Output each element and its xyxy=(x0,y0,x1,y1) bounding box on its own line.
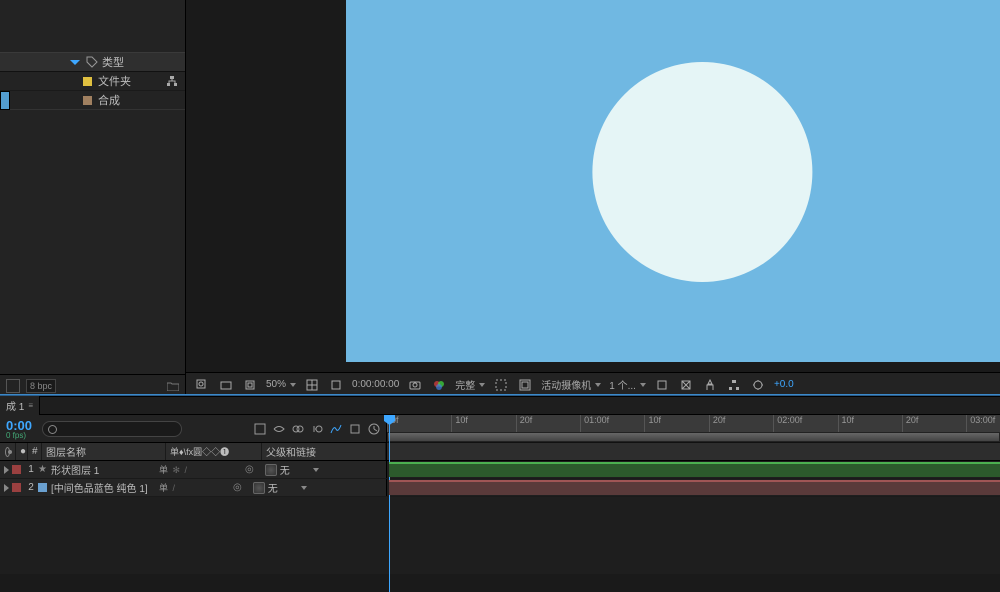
views-dropdown[interactable]: 1 个... xyxy=(609,377,646,392)
timeline-header-icons xyxy=(252,421,386,437)
comp-tab[interactable]: 成 1 ≡ xyxy=(0,396,40,415)
col-parent[interactable]: 父级和链接 xyxy=(262,443,386,460)
tag-icon xyxy=(86,56,98,68)
time-navigator[interactable] xyxy=(387,432,1000,442)
ruler-scale[interactable]: 0f 10f 20f 01:00f 10f 20f 02:00f 10f 20f… xyxy=(387,415,1000,443)
viewer-canvas-area[interactable] xyxy=(186,0,1000,372)
row-label: 文件夹 xyxy=(98,73,131,89)
layer-index: 1 xyxy=(24,464,38,475)
column-headers-left: ● # 图层名称 单♦\fx圓◇◇❶ 父级和链接 xyxy=(0,443,387,460)
composition-canvas[interactable] xyxy=(346,0,1000,362)
snapshot-icon[interactable] xyxy=(407,377,423,393)
roa-icon[interactable] xyxy=(493,377,509,393)
draft3d-icon[interactable] xyxy=(654,377,670,393)
timeline-panel: 成 1 ≡ 0:00 0 fps) 0f 10f xyxy=(0,397,1000,574)
layer-track[interactable] xyxy=(387,461,1000,478)
magnify-icon[interactable] xyxy=(194,377,210,393)
resolution-dropdown[interactable]: 完整 xyxy=(455,377,485,392)
pickwhip-icon[interactable]: ◎ xyxy=(242,464,257,475)
flowchart-nav-icon[interactable] xyxy=(726,377,742,393)
layer-bar[interactable] xyxy=(389,462,1000,477)
pickwhip-icon[interactable]: ◎ xyxy=(230,482,245,493)
channel-icon[interactable] xyxy=(431,377,447,393)
project-footer: 8 bpc xyxy=(0,374,185,396)
parent-dropdown[interactable]: 无 xyxy=(249,480,311,495)
column-headers: ● # 图层名称 单♦\fx圓◇◇❶ 父级和链接 xyxy=(0,443,1000,461)
project-row-comp[interactable]: 合成 xyxy=(0,91,185,110)
folder-swatch xyxy=(83,77,92,86)
switch-cells[interactable]: 单 / xyxy=(157,481,178,494)
render-time-icon[interactable] xyxy=(366,421,382,437)
expand-icon[interactable] xyxy=(4,484,9,492)
shy-icon[interactable] xyxy=(271,421,287,437)
layer-name[interactable]: [中间色品蓝色 纯色 1] xyxy=(47,480,157,495)
motion-blur-icon[interactable] xyxy=(309,421,325,437)
project-row-folder[interactable]: 文件夹 xyxy=(0,72,185,91)
exposure-reset-icon[interactable] xyxy=(750,377,766,393)
col-av[interactable] xyxy=(0,443,16,460)
project-panel: 类型 文件夹 合成 8 bpc xyxy=(0,0,186,396)
bpc-toggle[interactable]: 8 bpc xyxy=(26,379,56,393)
col-hash[interactable]: # xyxy=(28,443,42,460)
layer-track[interactable] xyxy=(387,479,1000,496)
col-type[interactable]: 类型 xyxy=(102,54,124,70)
mask-icon[interactable] xyxy=(242,377,258,393)
camera-dropdown[interactable]: 活动摄像机 xyxy=(541,377,601,392)
layer-index: 2 xyxy=(24,482,38,493)
time-ruler[interactable]: 0f 10f 20f 01:00f 10f 20f 02:00f 10f 20f… xyxy=(387,415,1000,442)
layer-bar[interactable] xyxy=(389,480,1000,495)
col-layer-name[interactable]: 图层名称 xyxy=(42,443,166,460)
layer-row-left: 1 ★ 形状图层 1 单 ✻ / ◎ 无 xyxy=(0,461,387,478)
expand-icon[interactable] xyxy=(4,466,9,474)
exposure-value[interactable]: +0.0 xyxy=(774,379,794,390)
interpret-icon[interactable] xyxy=(6,379,20,393)
composition-viewer: 50% 0:00:00:00 完整 活动摄像机 1 个... +0.0 xyxy=(186,0,1000,396)
shape-layer-icon: ★ xyxy=(38,464,47,475)
layer-row-1[interactable]: 1 ★ 形状图层 1 单 ✻ / ◎ 无 xyxy=(0,461,1000,479)
timeline-header: 0:00 0 fps) 0f 10f 20f 01:00f 10f 20 xyxy=(0,415,1000,443)
tab-label: 成 1 xyxy=(6,398,24,413)
layer-name[interactable]: 形状图层 1 xyxy=(47,462,157,477)
sort-arrow-icon[interactable] xyxy=(70,60,80,65)
shape-circle[interactable] xyxy=(592,62,812,282)
timeline-tabs: 成 1 ≡ xyxy=(0,397,1000,415)
graph-editor-icon[interactable] xyxy=(328,421,344,437)
frame-blend-icon[interactable] xyxy=(290,421,306,437)
tab-menu-icon[interactable]: ≡ xyxy=(28,401,33,410)
viewer-footer: 50% 0:00:00:00 完整 活动摄像机 1 个... +0.0 xyxy=(186,372,1000,396)
layer-search-input[interactable] xyxy=(42,421,182,437)
pixel-ar-icon[interactable] xyxy=(678,377,694,393)
flowchart-icon[interactable] xyxy=(167,76,177,86)
new-bin-icon[interactable] xyxy=(167,381,179,391)
grid-icon[interactable] xyxy=(218,377,234,393)
row-label: 合成 xyxy=(98,92,120,108)
label-color[interactable] xyxy=(12,465,21,474)
selection-gutter xyxy=(0,91,10,110)
col-switches[interactable]: 单♦\fx圓◇◇❶ xyxy=(166,443,262,460)
switch-cells[interactable]: 单 ✻ / xyxy=(157,463,190,476)
transparency-icon[interactable] xyxy=(328,377,344,393)
timeline-header-left: 0:00 0 fps) xyxy=(0,415,387,442)
project-header[interactable]: 类型 xyxy=(0,52,185,72)
eye-icon xyxy=(5,447,10,457)
label-color[interactable] xyxy=(12,483,21,492)
parent-dropdown[interactable]: 无 xyxy=(261,462,323,477)
solid-layer-icon xyxy=(38,483,47,492)
col-lock[interactable]: ● xyxy=(16,443,28,460)
playhead[interactable] xyxy=(389,415,390,592)
comp-swatch xyxy=(83,96,92,105)
res-auto-icon[interactable] xyxy=(304,377,320,393)
layer-row-left: 2 [中间色品蓝色 纯色 1] 单 / ◎ 无 xyxy=(0,479,387,496)
zoom-dropdown[interactable]: 50% xyxy=(266,379,296,390)
fast-preview-icon[interactable] xyxy=(702,377,718,393)
timecode-display[interactable]: 0:00:00:00 xyxy=(352,379,399,390)
guides-icon[interactable] xyxy=(517,377,533,393)
layer-row-2[interactable]: 2 [中间色品蓝色 纯色 1] 单 / ◎ 无 xyxy=(0,479,1000,497)
comp-mini-icon[interactable] xyxy=(252,421,268,437)
current-time-block[interactable]: 0:00 0 fps) xyxy=(0,418,38,440)
draft3d-tl-icon[interactable] xyxy=(347,421,363,437)
